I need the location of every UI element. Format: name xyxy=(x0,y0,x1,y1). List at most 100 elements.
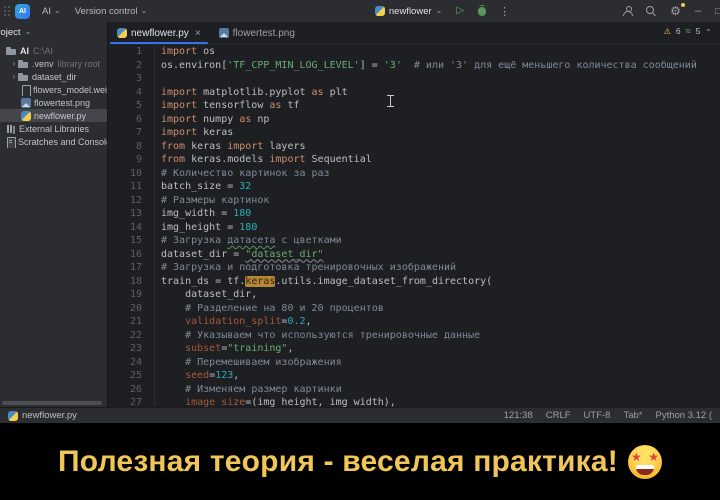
horizontal-scrollbar[interactable] xyxy=(2,401,102,405)
line-ending[interactable]: CRLF xyxy=(546,410,571,421)
code-line[interactable]: 6import numpy as np xyxy=(108,113,720,127)
code-line[interactable]: 22 # Указываем что используются трениров… xyxy=(108,329,720,343)
code-line[interactable]: 26 # Изменяем размер картинки xyxy=(108,383,720,397)
main-toolbar: AI AI ⌄ Version control ⌄ newflower ⌄ ▷ … xyxy=(0,0,720,22)
line-number[interactable]: 11 xyxy=(108,180,142,194)
chevron-right-icon[interactable]: › xyxy=(10,73,18,81)
status-file[interactable]: newflower.py xyxy=(8,410,77,421)
tree-item-flowers-model[interactable]: flowers_model.weights.h5 xyxy=(0,83,107,96)
code-line[interactable]: 11batch_size = 32 xyxy=(108,180,720,194)
tree-item-external-libraries[interactable]: External Libraries xyxy=(0,122,107,135)
line-number[interactable]: 14 xyxy=(108,221,142,235)
code-line[interactable]: 19 dataset_dir, xyxy=(108,288,720,302)
code-line[interactable]: 23 subset="training", xyxy=(108,342,720,356)
code-line[interactable]: 1import os xyxy=(108,45,720,59)
line-number[interactable]: 13 xyxy=(108,207,142,221)
line-number[interactable]: 5 xyxy=(108,99,142,113)
code-line[interactable]: 13img_width = 180 xyxy=(108,207,720,221)
code-line[interactable]: 8from keras import layers xyxy=(108,140,720,154)
search-everywhere-button[interactable] xyxy=(639,0,663,22)
line-number[interactable]: 25 xyxy=(108,369,142,383)
code-line[interactable]: 15# Загрузка датасета с цветками xyxy=(108,234,720,248)
run-button[interactable]: ▷ xyxy=(449,0,471,22)
debug-button[interactable] xyxy=(471,0,493,22)
code-text: train_ds = tf.keras.utils.image_dataset_… xyxy=(142,275,492,289)
line-number[interactable]: 20 xyxy=(108,302,142,316)
code-line[interactable]: 21 validation_split=0.2, xyxy=(108,315,720,329)
line-number[interactable]: 6 xyxy=(108,113,142,127)
code-line[interactable]: 16dataset_dir = "dataset_dir" xyxy=(108,248,720,262)
minimize-button[interactable]: – xyxy=(688,0,708,22)
settings-button[interactable]: ⚙ xyxy=(663,0,688,22)
code-line[interactable]: 25 seed=123, xyxy=(108,369,720,383)
vcs-menu[interactable]: Version control ⌄ xyxy=(68,0,155,22)
line-number[interactable]: 3 xyxy=(108,72,142,86)
line-number[interactable]: 17 xyxy=(108,261,142,275)
line-number[interactable]: 4 xyxy=(108,86,142,100)
code-line[interactable]: 18train_ds = tf.keras.utils.image_datase… xyxy=(108,275,720,289)
project-panel-header[interactable]: Project ⌄ xyxy=(0,22,107,42)
code-line[interactable]: 24 # Перемешиваем изображения xyxy=(108,356,720,370)
code-line[interactable]: 3 xyxy=(108,72,720,86)
close-icon[interactable]: × xyxy=(195,28,201,39)
line-number[interactable]: 24 xyxy=(108,356,142,370)
code-line[interactable]: 20 # Разделение на 80 и 20 процентов xyxy=(108,302,720,316)
code-line[interactable]: 7import keras xyxy=(108,126,720,140)
tree-item-venv[interactable]: › .venv library root xyxy=(0,57,107,70)
code-with-me-button[interactable] xyxy=(616,0,639,22)
line-number[interactable]: 23 xyxy=(108,342,142,356)
line-number[interactable]: 15 xyxy=(108,234,142,248)
line-number[interactable]: 1 xyxy=(108,45,142,59)
code-line[interactable]: 5import tensorflow as tf xyxy=(108,99,720,113)
code-text: seed=123, xyxy=(142,369,239,383)
file-encoding[interactable]: UTF-8 xyxy=(584,410,611,421)
code-line[interactable]: 12# Размеры картинок xyxy=(108,194,720,208)
collapse-icon[interactable]: ⌄ xyxy=(705,27,712,36)
line-number[interactable]: 22 xyxy=(108,329,142,343)
tree-item-dataset-dir[interactable]: › dataset_dir xyxy=(0,70,107,83)
tab-newflower-py[interactable]: newflower.py × xyxy=(108,22,210,44)
warning-count: 6 xyxy=(676,26,681,36)
line-number[interactable]: 2 xyxy=(108,59,142,73)
chevron-down-icon: ⌄ xyxy=(436,7,443,15)
screenshot-root: AI AI ⌄ Version control ⌄ newflower ⌄ ▷ … xyxy=(0,0,720,500)
indent-style[interactable]: Tab* xyxy=(623,410,642,421)
run-configuration[interactable]: newflower ⌄ xyxy=(368,0,449,22)
line-number[interactable]: 16 xyxy=(108,248,142,262)
code-line[interactable]: 4import matplotlib.pyplot as plt xyxy=(108,86,720,100)
code-line[interactable]: 10# Количество картинок за раз xyxy=(108,167,720,181)
caption-band: Полезная теория - веселая практика! ★ ★ xyxy=(0,423,720,500)
line-number[interactable]: 10 xyxy=(108,167,142,181)
inspections-widget[interactable]: ⚠ 6 ≈ 5 ⌄ xyxy=(664,26,712,36)
tree-item-newflower-py[interactable]: newflower.py xyxy=(0,109,107,122)
tree-item-scratches[interactable]: Scratches and Consoles xyxy=(0,135,107,148)
line-number[interactable]: 19 xyxy=(108,288,142,302)
code-line[interactable]: 27 image_size=(img_height, img_width), xyxy=(108,396,720,407)
line-number[interactable]: 18 xyxy=(108,275,142,289)
line-number[interactable]: 9 xyxy=(108,153,142,167)
tab-flowertest-png[interactable]: flowertest.png xyxy=(210,22,304,44)
more-actions-button[interactable]: ⋮ xyxy=(493,5,516,18)
code-line[interactable]: 2os.environ['TF_CPP_MIN_LOG_LEVEL'] = '3… xyxy=(108,59,720,73)
maximize-button[interactable]: □ xyxy=(708,0,720,22)
line-number[interactable]: 27 xyxy=(108,396,142,407)
code-editor[interactable]: 1import os2os.environ['TF_CPP_MIN_LOG_LE… xyxy=(108,45,720,407)
project-badge[interactable]: AI xyxy=(15,4,30,19)
python-interpreter[interactable]: Python 3.12 ( xyxy=(655,410,712,421)
caption-text: Полезная теория - веселая практика! xyxy=(58,445,618,479)
caret-position[interactable]: 121:38 xyxy=(504,410,533,421)
line-number[interactable]: 26 xyxy=(108,383,142,397)
chevron-right-icon[interactable]: › xyxy=(10,60,18,68)
tree-item-ai-root[interactable]: AI C:\AI xyxy=(0,44,107,57)
emoji-mouth xyxy=(636,465,654,475)
project-panel: Project ⌄ AI C:\AI › .venv library root xyxy=(0,22,108,407)
code-line[interactable]: 14img_height = 180 xyxy=(108,221,720,235)
line-number[interactable]: 8 xyxy=(108,140,142,154)
project-menu[interactable]: AI ⌄ xyxy=(35,0,68,22)
line-number[interactable]: 7 xyxy=(108,126,142,140)
line-number[interactable]: 21 xyxy=(108,315,142,329)
code-line[interactable]: 9from keras.models import Sequential xyxy=(108,153,720,167)
tree-item-flowertest-png[interactable]: flowertest.png xyxy=(0,96,107,109)
code-line[interactable]: 17# Загрузка и подготовка тренировочных … xyxy=(108,261,720,275)
line-number[interactable]: 12 xyxy=(108,194,142,208)
